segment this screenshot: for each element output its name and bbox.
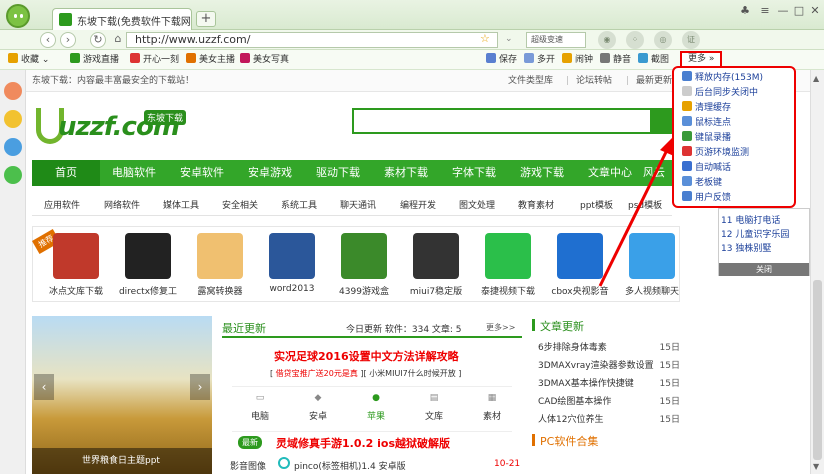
arrow-line	[598, 147, 670, 287]
annotation-arrow	[598, 138, 674, 287]
